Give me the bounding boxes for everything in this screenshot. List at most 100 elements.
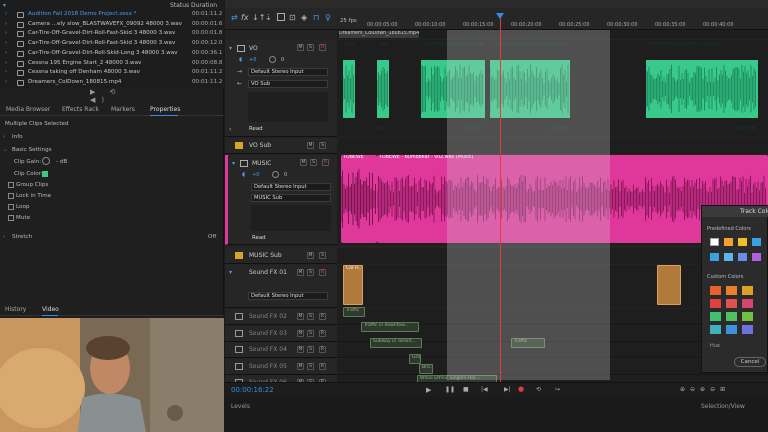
mute-button[interactable]: M	[297, 44, 304, 51]
playhead-handle-icon[interactable]	[496, 13, 504, 19]
clip-color-swatch[interactable]	[42, 171, 48, 177]
sfx-track-name[interactable]: Sound FX 03	[249, 330, 287, 337]
vo-sub-name[interactable]: VO Sub	[249, 142, 271, 149]
pan-knob[interactable]	[272, 171, 279, 178]
video-clip[interactable]: Dreamers_ColDown_180815.mp4	[339, 31, 419, 38]
play-button[interactable]: ▶	[426, 386, 431, 394]
sfx-track-name[interactable]: Sound FX 02	[249, 313, 287, 320]
color-swatch[interactable]	[710, 253, 719, 261]
track-expand-icon[interactable]: ▾	[229, 45, 232, 52]
vo-automation-mode[interactable]: Read	[249, 126, 263, 132]
playhead-line[interactable]	[500, 14, 501, 384]
basic-settings-section[interactable]: Basic Settings	[12, 147, 236, 153]
arm-record-button[interactable]: R	[319, 44, 326, 51]
sort-icon[interactable]: ↓↑	[252, 13, 265, 22]
pin-icon[interactable]: ♀	[325, 13, 331, 22]
color-swatch[interactable]	[726, 286, 737, 295]
solo-button[interactable]: S	[307, 362, 314, 370]
forward-button[interactable]: ▶|	[504, 386, 511, 393]
sfx-clip[interactable]	[657, 265, 681, 305]
vo-clip[interactable]: DREAMERS... 17.8 dB	[377, 42, 389, 136]
selection-view-tab[interactable]: Selection/View	[701, 403, 745, 410]
vo-volume[interactable]: +0	[249, 57, 256, 63]
color-swatch[interactable]	[710, 299, 721, 308]
rewind-button[interactable]: |◀	[481, 386, 488, 393]
chevron-right-icon[interactable]: ›	[5, 49, 7, 59]
chevron-right-icon[interactable]: ›	[5, 29, 7, 39]
sfx-clip[interactable]: Traffic in downtow...	[361, 322, 419, 332]
solo-button[interactable]: S	[307, 44, 314, 51]
solo-button[interactable]: S	[307, 313, 314, 320]
chevron-right-icon[interactable]: ›	[5, 10, 7, 20]
solo-button[interactable]: S	[310, 159, 317, 166]
timecode[interactable]: 00:00:16:22	[231, 386, 274, 394]
color-swatch[interactable]	[724, 253, 733, 261]
vo-pan[interactable]: 0	[281, 57, 284, 63]
sfx01-input-select[interactable]: Default Stereo Input	[248, 292, 328, 300]
chevron-right-icon[interactable]: ›	[229, 126, 231, 133]
file-row[interactable]: › Camera ...ely slow_BLASTWAVEFX_09092 48…	[0, 20, 224, 30]
color-swatch[interactable]	[742, 312, 753, 321]
music-input-select[interactable]: Default Stereo Input	[251, 183, 331, 191]
gain-knob[interactable]	[42, 157, 50, 165]
solo-button[interactable]: S	[319, 142, 326, 149]
chevron-right-icon[interactable]: ›	[5, 68, 7, 78]
chevron-right-icon[interactable]: ›	[5, 59, 7, 69]
mute-button[interactable]: M	[307, 252, 314, 259]
mute-checkbox[interactable]	[8, 215, 14, 221]
sfx-clip[interactable]: Gravel...	[409, 354, 421, 364]
color-swatch[interactable]	[752, 253, 761, 261]
mute-button[interactable]: M	[297, 269, 304, 276]
sfx-clip[interactable]: Subway in Toront...	[370, 338, 422, 348]
arm-record-button[interactable]: R	[319, 313, 326, 320]
color-swatch[interactable]	[726, 312, 737, 321]
color-swatch[interactable]	[724, 238, 733, 246]
color-swatch[interactable]	[742, 299, 753, 308]
music-volume[interactable]: +0	[252, 172, 259, 178]
vo-clip[interactable]: DREAMERS...	[343, 42, 355, 136]
mixer-icon[interactable]: ⊡	[289, 13, 296, 22]
time-selection[interactable]	[447, 30, 610, 380]
swap-icon[interactable]: ⇄	[231, 13, 238, 22]
skip-icon[interactable]: ↪	[555, 386, 560, 393]
sfx-track-name[interactable]: Sound FX 04	[249, 346, 287, 353]
zoom-controls[interactable]: ⊕⊖⊕⊖⊞	[680, 386, 730, 393]
solo-button[interactable]: S	[319, 252, 326, 259]
tab-markers[interactable]: Markers	[111, 104, 135, 116]
color-swatch[interactable]	[726, 325, 737, 334]
music-track-name[interactable]: MUSIC	[252, 160, 271, 167]
mute-button[interactable]: M	[297, 362, 304, 370]
chevron-right-icon[interactable]: ›	[5, 39, 7, 49]
marker-icon[interactable]: ◈	[301, 13, 307, 22]
file-row[interactable]: › Cessna taking off Denham 48000 3.wav 00:…	[0, 68, 224, 78]
vo-clip[interactable]: DREAMERS788.WAV (Dialogue) 18.0 dB	[646, 42, 758, 136]
solo-button[interactable]: S	[307, 346, 314, 353]
record-button[interactable]: ●	[518, 385, 524, 393]
color-swatch[interactable]	[726, 299, 737, 308]
arm-record-button[interactable]: R	[322, 159, 329, 166]
color-swatch[interactable]	[710, 286, 721, 295]
sfx-clip[interactable]: Traffic	[343, 307, 365, 317]
mute-button[interactable]: M	[297, 329, 304, 337]
mute-button[interactable]: M	[297, 346, 304, 353]
pan-knob[interactable]	[269, 56, 276, 63]
arm-record-button[interactable]: R	[319, 269, 326, 276]
track-icon[interactable]	[277, 13, 285, 21]
mute-button[interactable]: M	[300, 159, 307, 166]
color-swatch[interactable]	[742, 325, 753, 334]
file-row[interactable]: › Car-Tire-Off-Gravel-Dirt-Roll-Fast-Skid…	[0, 39, 224, 49]
solo-button[interactable]: S	[307, 269, 314, 276]
sfx-clip[interactable]: Car H...	[343, 265, 363, 305]
lock-in-time-checkbox[interactable]	[8, 193, 14, 199]
chevron-right-icon[interactable]: ›	[5, 20, 7, 30]
mute-button[interactable]: M	[307, 142, 314, 149]
music-pan[interactable]: 0	[284, 172, 287, 178]
color-swatch[interactable]	[738, 253, 747, 261]
stop-button[interactable]: ■	[463, 386, 469, 393]
track-expand-icon[interactable]: ▾	[229, 269, 232, 276]
vo-track-name[interactable]: VO	[249, 45, 258, 52]
mute-button[interactable]: M	[297, 313, 304, 320]
info-section[interactable]: Info	[12, 134, 236, 140]
color-swatch[interactable]	[742, 286, 753, 295]
chevron-right-icon[interactable]: ›	[5, 78, 7, 88]
